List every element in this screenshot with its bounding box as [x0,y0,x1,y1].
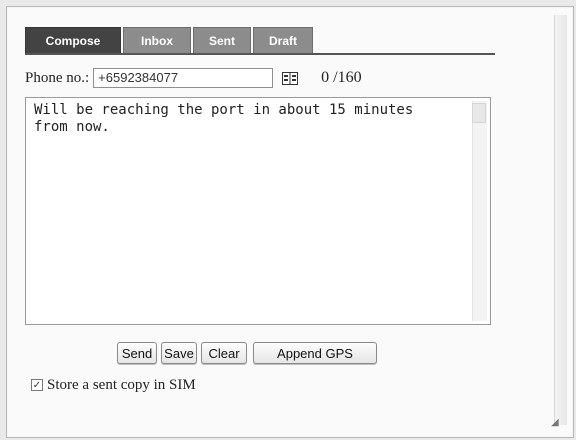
phone-row: Phone no.: +6592384077 0 /160 [25,67,495,89]
message-scrollbar-thumb[interactable] [472,103,486,123]
tab-inbox[interactable]: Inbox [123,27,191,53]
store-copy-checkbox[interactable]: ✓ [31,379,43,391]
append-gps-button[interactable]: Append GPS [253,342,377,364]
check-icon: ✓ [32,379,42,391]
sms-compose-window: Compose Inbox Sent Draft Phone no.: +659… [6,6,574,438]
message-scrollbar[interactable] [472,101,487,321]
store-copy-label[interactable]: Store a sent copy in SIM [47,377,196,394]
phone-number-input[interactable]: +6592384077 [93,68,274,88]
message-textarea[interactable]: Will be reaching the port in about 15 mi… [25,97,491,325]
send-button[interactable]: Send [117,342,157,364]
window-scrollbar[interactable] [554,15,567,425]
tab-compose[interactable]: Compose [25,27,121,53]
action-buttons: Send Save Clear Append GPS [117,341,417,365]
character-counter: 0 /160 [321,69,362,86]
address-book-icon[interactable] [281,70,299,86]
store-copy-row: ✓ Store a sent copy in SIM [31,375,196,395]
message-text[interactable]: Will be reaching the port in about 15 mi… [34,102,462,136]
tab-sent[interactable]: Sent [193,27,251,53]
save-button[interactable]: Save [161,342,197,364]
phone-label: Phone no.: [25,69,90,86]
tab-bar: Compose Inbox Sent Draft [25,23,495,55]
tab-draft[interactable]: Draft [253,27,313,53]
resize-handle[interactable]: ◢ [551,417,563,429]
clear-button[interactable]: Clear [201,342,247,364]
